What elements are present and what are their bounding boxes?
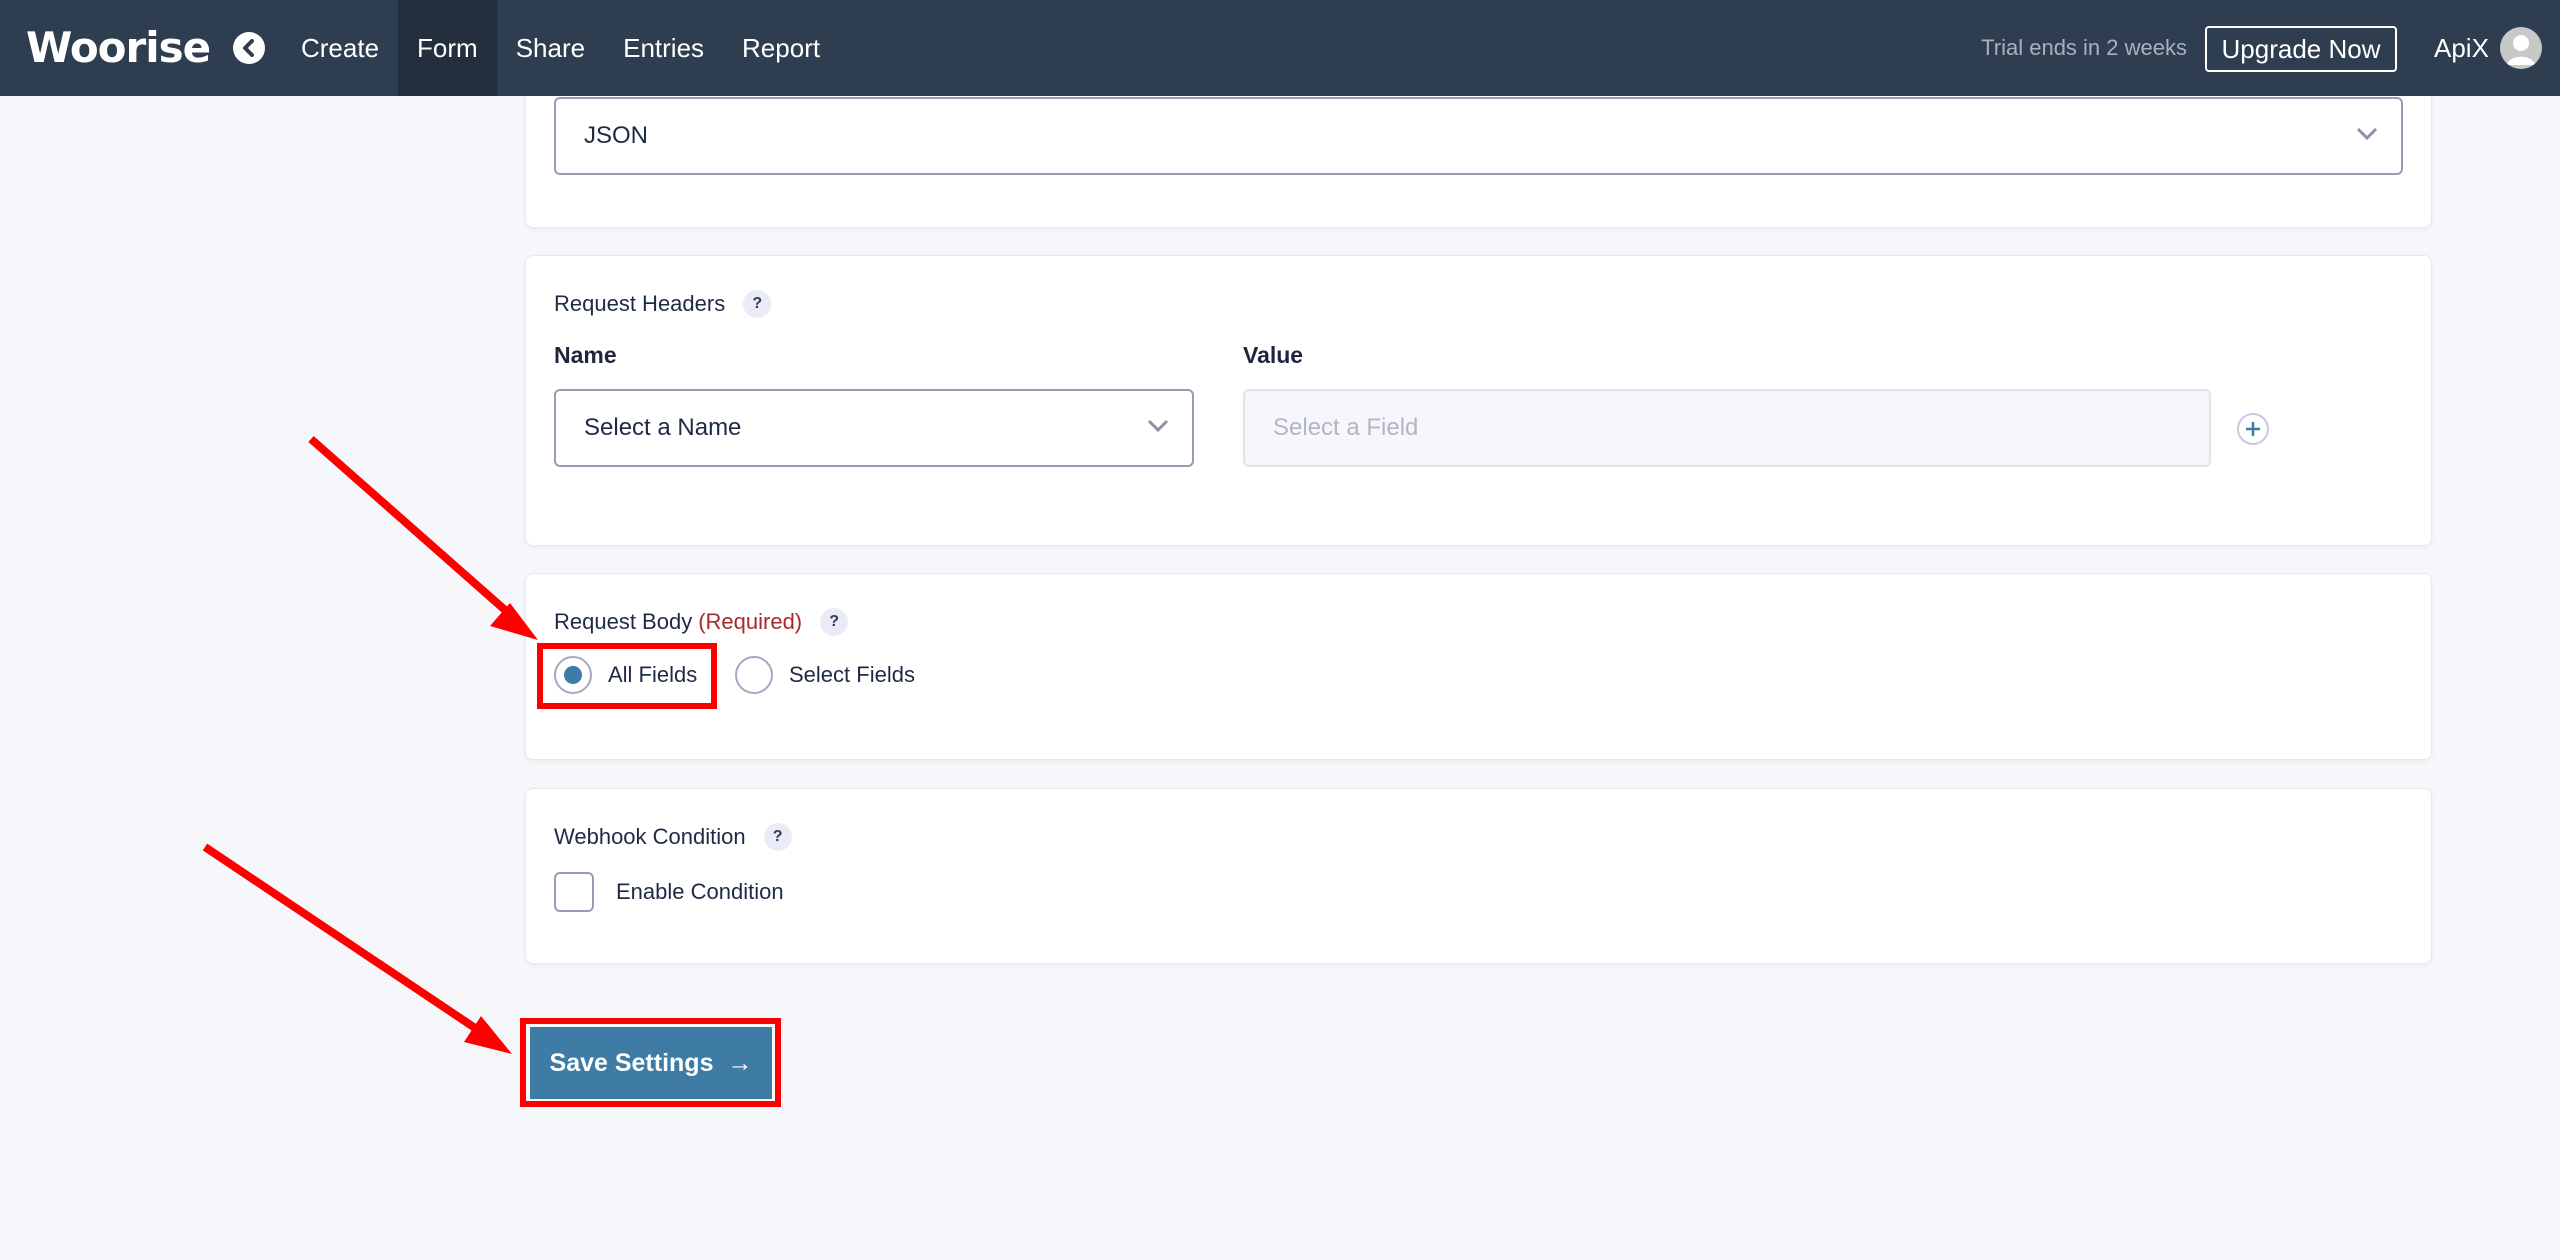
help-icon[interactable]: ? xyxy=(820,608,849,636)
user-name[interactable]: ApiX xyxy=(2434,0,2489,96)
arrow-to-save-settings xyxy=(202,843,512,1054)
chevron-left-icon xyxy=(243,39,254,57)
radio-all-fields-label[interactable]: All Fields xyxy=(608,662,697,688)
enable-condition-checkbox[interactable] xyxy=(554,872,594,912)
webhook-condition-title: Webhook Condition xyxy=(554,824,746,849)
arrow-to-all-fields xyxy=(308,435,538,640)
chevron-down-icon xyxy=(2356,127,2378,141)
request-headers-title: Request Headers xyxy=(554,291,726,316)
top-navigation-bar: Woorise Create Form Share Entries Report… xyxy=(0,0,2560,96)
name-column-label: Name xyxy=(554,342,617,368)
request-format-value: JSON xyxy=(584,122,649,149)
nav-share[interactable]: Share xyxy=(497,0,604,96)
webhook-condition-label: Webhook Condition ? xyxy=(554,823,792,851)
request-headers-card: Request Headers ? Name Value Select a Na… xyxy=(525,255,2432,546)
value-column-label: Value xyxy=(1243,342,1304,368)
radio-select-fields-label[interactable]: Select Fields xyxy=(789,662,915,688)
upgrade-now-button[interactable]: Upgrade Now xyxy=(2205,26,2397,72)
nav-form[interactable]: Form xyxy=(398,0,497,96)
chevron-down-icon xyxy=(1147,419,1169,433)
request-format-select[interactable]: JSON xyxy=(554,97,2403,175)
request-body-label: Request Body (Required) ? xyxy=(554,608,849,636)
add-header-button[interactable] xyxy=(2237,413,2269,445)
back-button[interactable] xyxy=(233,32,265,64)
enable-condition-label[interactable]: Enable Condition xyxy=(616,879,784,905)
avatar[interactable] xyxy=(2500,27,2542,69)
radio-button-selected[interactable] xyxy=(554,656,592,694)
header-value-input[interactable]: Select a Field xyxy=(1243,389,2211,467)
help-icon[interactable]: ? xyxy=(763,823,792,851)
plus-icon xyxy=(2246,422,2260,436)
help-icon[interactable]: ? xyxy=(743,290,772,318)
header-name-value: Select a Name xyxy=(584,414,742,441)
nav-entries[interactable]: Entries xyxy=(604,0,723,96)
arrowhead xyxy=(464,1016,512,1054)
header-name-select[interactable]: Select a Name xyxy=(554,389,1194,467)
required-indicator: (Required) xyxy=(698,609,803,634)
radio-all-fields[interactable]: All Fields xyxy=(554,656,697,694)
save-settings-label: Save Settings xyxy=(549,1048,714,1077)
request-body-title: Request Body xyxy=(554,609,693,634)
main-nav: Create Form Share Entries Report xyxy=(282,0,839,96)
radio-button[interactable] xyxy=(735,656,773,694)
woorise-logo[interactable]: Woorise xyxy=(26,22,211,74)
radio-select-fields[interactable]: Select Fields xyxy=(735,656,915,694)
header-value-placeholder: Select a Field xyxy=(1273,414,1419,441)
nav-create[interactable]: Create xyxy=(282,0,398,96)
user-icon xyxy=(2507,35,2535,65)
trial-status: Trial ends in 2 weeks xyxy=(1981,35,2187,60)
request-headers-label: Request Headers ? xyxy=(554,290,772,318)
enable-condition-row[interactable]: Enable Condition xyxy=(554,872,784,912)
save-settings-button[interactable]: Save Settings → xyxy=(530,1027,772,1099)
webhook-condition-card: Webhook Condition ? Enable Condition xyxy=(525,788,2432,964)
nav-report[interactable]: Report xyxy=(723,0,839,96)
request-body-card: Request Body (Required) ? All Fields Sel… xyxy=(525,573,2432,760)
radio-dot xyxy=(564,666,582,684)
arrow-right-icon: → xyxy=(727,1048,753,1077)
